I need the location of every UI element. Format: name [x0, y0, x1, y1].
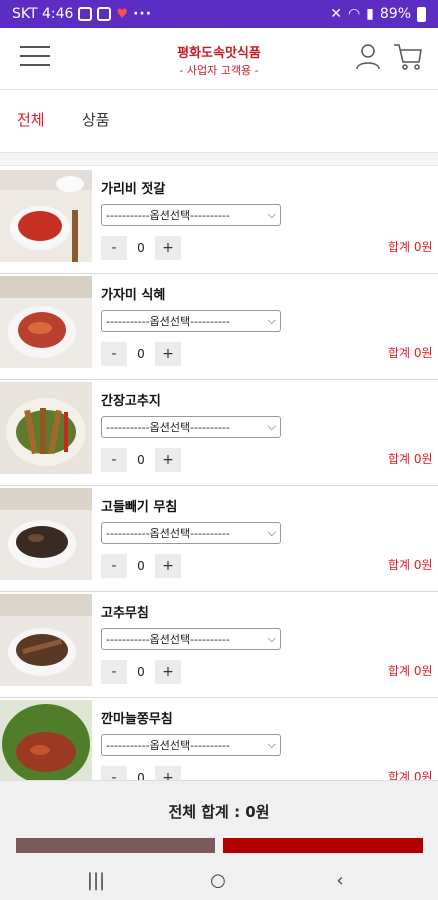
- increase-quantity-button[interactable]: +: [155, 448, 181, 472]
- option-select[interactable]: -----------옵션선택---------- ⌵: [101, 522, 281, 544]
- increase-quantity-button[interactable]: +: [155, 766, 181, 780]
- quantity-stepper: - 0 +: [101, 448, 181, 472]
- quantity-value[interactable]: 0: [127, 766, 155, 780]
- increase-quantity-button[interactable]: +: [155, 554, 181, 578]
- tab-products[interactable]: 상품: [82, 109, 110, 130]
- quantity-stepper: - 0 +: [101, 660, 181, 684]
- status-bar: SKT 4:46 ♥ ··· ✕ ◠ ▮ 89%: [0, 0, 438, 28]
- more-notifications-icon: ···: [133, 6, 153, 22]
- grand-total: 전체 합계 : 0원: [168, 803, 270, 821]
- option-select-value: -----------옵션선택----------: [106, 633, 230, 646]
- product-name: 가리비 젓갈: [101, 182, 166, 197]
- product-image[interactable]: [0, 276, 92, 368]
- left-action-button[interactable]: [16, 838, 215, 853]
- item-total: 합계 0원: [388, 770, 433, 780]
- decrease-quantity-button[interactable]: -: [101, 660, 127, 684]
- item-total: 합계 0원: [388, 240, 433, 254]
- option-select-value: -----------옵션선택----------: [106, 315, 230, 328]
- chevron-down-icon: ⌵: [267, 632, 276, 645]
- quantity-stepper: - 0 +: [101, 766, 181, 780]
- decrease-quantity-button[interactable]: -: [101, 448, 127, 472]
- recent-apps-icon[interactable]: |||: [84, 868, 108, 892]
- section-divider: [0, 152, 438, 166]
- quantity-value[interactable]: 0: [127, 554, 155, 578]
- list-item: 간장고추지 -----------옵션선택---------- ⌵ - 0 + …: [0, 380, 438, 486]
- user-icon[interactable]: [355, 42, 381, 70]
- item-total: 합계 0원: [388, 346, 433, 360]
- option-select[interactable]: -----------옵션선택---------- ⌵: [101, 628, 281, 650]
- decrease-quantity-button[interactable]: -: [101, 554, 127, 578]
- tab-all[interactable]: 전체: [17, 109, 45, 130]
- order-summary-footer: 전체 합계 : 0원: [0, 780, 438, 860]
- option-select-value: -----------옵션선택----------: [106, 421, 230, 434]
- product-name: 고들빼기 무침: [101, 500, 178, 515]
- quantity-value[interactable]: 0: [127, 342, 155, 366]
- item-total: 합계 0원: [388, 452, 433, 466]
- quantity-stepper: - 0 +: [101, 236, 181, 260]
- message-icon: [97, 7, 112, 21]
- item-total: 합계 0원: [388, 558, 433, 572]
- option-select-value: -----------옵션선택----------: [106, 209, 230, 222]
- product-name: 가자미 식혜: [101, 288, 166, 303]
- quantity-value[interactable]: 0: [127, 448, 155, 472]
- option-select[interactable]: -----------옵션선택---------- ⌵: [101, 204, 281, 226]
- option-select-value: -----------옵션선택----------: [106, 527, 230, 540]
- status-time: SKT 4:46: [12, 6, 74, 22]
- list-item: 가리비 젓갈 -----------옵션선택---------- ⌵ - 0 +…: [0, 168, 438, 274]
- heart-icon: ♥: [116, 6, 129, 22]
- product-image[interactable]: [0, 488, 92, 580]
- quantity-stepper: - 0 +: [101, 554, 181, 578]
- option-select[interactable]: -----------옵션선택---------- ⌵: [101, 734, 281, 756]
- product-name: 고추무침: [101, 606, 149, 621]
- product-image[interactable]: [0, 170, 92, 262]
- increase-quantity-button[interactable]: +: [155, 342, 181, 366]
- list-item: 고들빼기 무침 -----------옵션선택---------- ⌵ - 0 …: [0, 486, 438, 592]
- decrease-quantity-button[interactable]: -: [101, 766, 127, 780]
- product-image[interactable]: [0, 700, 92, 780]
- back-icon[interactable]: ‹: [328, 868, 352, 892]
- item-total: 합계 0원: [388, 664, 433, 678]
- option-select-value: -----------옵션선택----------: [106, 739, 230, 752]
- chevron-down-icon: ⌵: [267, 738, 276, 751]
- increase-quantity-button[interactable]: +: [155, 236, 181, 260]
- option-select[interactable]: -----------옵션선택---------- ⌵: [101, 310, 281, 332]
- list-item: 고추무침 -----------옵션선택---------- ⌵ - 0 + 합…: [0, 592, 438, 698]
- chevron-down-icon: ⌵: [267, 208, 276, 221]
- increase-quantity-button[interactable]: +: [155, 660, 181, 684]
- right-action-button[interactable]: [223, 838, 423, 853]
- quantity-stepper: - 0 +: [101, 342, 181, 366]
- product-name: 간장고추지: [101, 394, 161, 409]
- system-nav-bar: ||| ○ ‹: [0, 860, 438, 900]
- wifi-icon: ◠: [347, 6, 361, 22]
- chevron-down-icon: ⌵: [267, 526, 276, 539]
- chevron-down-icon: ⌵: [267, 314, 276, 327]
- decrease-quantity-button[interactable]: -: [101, 236, 127, 260]
- home-icon[interactable]: ○: [206, 868, 230, 892]
- product-list: 가리비 젓갈 -----------옵션선택---------- ⌵ - 0 +…: [0, 168, 438, 780]
- chevron-down-icon: ⌵: [267, 420, 276, 433]
- list-item: 깐마늘쫑무침 -----------옵션선택---------- ⌵ - 0 +…: [0, 698, 438, 780]
- product-name: 깐마늘쫑무침: [101, 712, 173, 727]
- decrease-quantity-button[interactable]: -: [101, 342, 127, 366]
- option-select[interactable]: -----------옵션선택---------- ⌵: [101, 416, 281, 438]
- battery-level: 89%: [379, 6, 411, 22]
- signal-icon: ▮: [366, 6, 374, 22]
- list-item: 가자미 식혜 -----------옵션선택---------- ⌵ - 0 +…: [0, 274, 438, 380]
- product-image[interactable]: [0, 594, 92, 686]
- app-header: 평화도속맛식품 - 사업자 고객용 -: [0, 28, 438, 90]
- product-image[interactable]: [0, 382, 92, 474]
- quantity-value[interactable]: 0: [127, 660, 155, 684]
- notification-icon: [78, 7, 93, 21]
- battery-icon: [417, 6, 426, 22]
- quantity-value[interactable]: 0: [127, 236, 155, 260]
- category-tabs: 전체 상품: [0, 92, 438, 144]
- mute-icon: ✕: [330, 6, 342, 22]
- cart-icon[interactable]: [393, 42, 423, 70]
